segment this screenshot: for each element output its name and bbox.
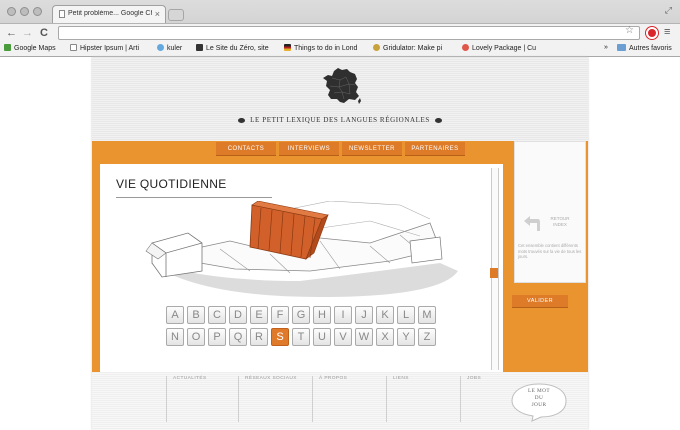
footer-jobs[interactable]: JOBS (460, 376, 506, 422)
address-bar[interactable] (58, 26, 640, 40)
heart-icon (462, 44, 469, 51)
footer-actualites[interactable]: ACTUALITÉS (166, 376, 238, 422)
bookmark-other-folder[interactable]: Autres favoris (617, 44, 679, 52)
letter-z[interactable]: Z (418, 328, 436, 346)
letter-q[interactable]: Q (229, 328, 247, 346)
bookmark-things-to-do[interactable]: Things to do in Lond (284, 44, 364, 52)
france-map-icon (323, 68, 361, 104)
word-of-the-day-button[interactable]: LE MOT DU JOUR (510, 388, 568, 409)
letter-r[interactable]: R (250, 328, 268, 346)
section-title: VIE QUOTIDIENNE (116, 177, 227, 191)
letter-w[interactable]: W (355, 328, 373, 346)
letter-x[interactable]: X (376, 328, 394, 346)
title-left-bullet-icon (238, 117, 246, 123)
bookmarks-overflow-chevron-icon[interactable]: » (604, 44, 608, 51)
side-description: Cet ensemble contient différents mots tr… (518, 243, 582, 259)
site-header: LE PETIT LEXIQUE DES LANGUES RÉGIONALES (92, 57, 588, 141)
browser-tab[interactable]: Petit problème... Google Ch × (52, 5, 166, 23)
site-footer: ACTUALITÉS RÉSEAUX SOCIAUX À PROPOS LIEN… (92, 372, 588, 430)
footer-liens[interactable]: LIENS (386, 376, 460, 422)
zero-icon (196, 44, 203, 51)
letter-o[interactable]: O (187, 328, 205, 346)
letter-v[interactable]: V (334, 328, 352, 346)
extension-icon[interactable] (646, 27, 658, 39)
tab-title: Petit problème... Google Ch (68, 10, 152, 17)
footer-a-propos[interactable]: À PROPOS (312, 376, 386, 422)
letter-h[interactable]: H (313, 306, 331, 324)
side-column: RETOUR INDEX Cet ensemble contient diffé… (512, 141, 588, 372)
title-underline (116, 197, 272, 198)
letter-m[interactable]: M (418, 306, 436, 324)
letter-g[interactable]: G (292, 306, 310, 324)
letter-u[interactable]: U (313, 328, 331, 346)
minimize-window-button[interactable] (20, 7, 29, 16)
letter-n[interactable]: N (166, 328, 184, 346)
browser-toolbar: ← → C ☆ ≡ (0, 23, 680, 43)
nav-contacts[interactable]: CONTACTS (216, 142, 276, 156)
zoom-window-button[interactable] (33, 7, 42, 16)
footer-reseaux-sociaux[interactable]: RÉSEAUX SOCIAUX (238, 376, 312, 422)
letter-j[interactable]: J (355, 306, 373, 324)
letter-p[interactable]: P (208, 328, 226, 346)
nav-newsletter[interactable]: NEWSLETTER (342, 142, 402, 156)
content-panel: VIE QUOTIDIENNE A B C D E F G H I J K L … (100, 164, 503, 372)
google-maps-icon (4, 44, 11, 51)
star-icon[interactable]: ☆ (625, 25, 634, 36)
nav-partenaires[interactable]: PARTENAIRES (405, 142, 465, 156)
bookmark-hipster-ipsum[interactable]: Hipster Ipsum | Arti (70, 44, 150, 52)
bookmark-lovely-package[interactable]: Lovely Package | Cu (462, 44, 540, 52)
nav-interviews[interactable]: INTERVIEWS (279, 142, 339, 156)
letter-b[interactable]: B (187, 306, 205, 324)
back-arrow-icon[interactable]: ← (6, 26, 17, 40)
bookmarks-bar: Google Maps Hipster Ipsum | Arti kuler L… (0, 42, 680, 56)
side-panel: RETOUR INDEX Cet ensemble contient diffé… (514, 141, 586, 283)
forward-arrow-icon[interactable]: → (22, 26, 33, 40)
kuler-icon (157, 44, 164, 51)
letter-y[interactable]: Y (397, 328, 415, 346)
fullscreen-icon[interactable]: ⤢ (665, 5, 672, 16)
bookmark-google-maps[interactable]: Google Maps (4, 44, 66, 52)
letter-f[interactable]: F (271, 306, 289, 324)
main-area: CONTACTS INTERVIEWS NEWSLETTER PARTENAIR… (92, 141, 512, 372)
back-to-index-link[interactable]: RETOUR INDEX (545, 216, 575, 228)
website: LE PETIT LEXIQUE DES LANGUES RÉGIONALES … (92, 57, 588, 430)
bookmark-gridulator[interactable]: Gridulator: Make pi (373, 44, 453, 52)
page-icon (59, 10, 65, 18)
letter-e[interactable]: E (250, 306, 268, 324)
browser-chrome: Petit problème... Google Ch × ⤢ ← → C ☆ … (0, 0, 680, 57)
reload-icon[interactable]: C (40, 26, 48, 40)
new-tab-button[interactable] (168, 9, 184, 21)
folder-icon (617, 44, 626, 51)
letter-i[interactable]: I (334, 306, 352, 324)
letter-c[interactable]: C (208, 306, 226, 324)
site-title: LE PETIT LEXIQUE DES LANGUES RÉGIONALES (92, 116, 588, 124)
close-window-button[interactable] (7, 7, 16, 16)
letter-d[interactable]: D (229, 306, 247, 324)
back-arrow-icon[interactable] (523, 216, 541, 232)
gridulator-icon (373, 44, 380, 51)
letter-k[interactable]: K (376, 306, 394, 324)
tab-close-icon[interactable]: × (155, 9, 160, 19)
bookmark-kuler[interactable]: kuler (157, 44, 193, 52)
menu-icon[interactable]: ≡ (664, 26, 670, 38)
letter-a[interactable]: A (166, 306, 184, 324)
bookmark-site-du-zero[interactable]: Le Site du Zéro, site (196, 44, 276, 52)
scrollbar-thumb[interactable] (490, 268, 498, 278)
letter-s-selected[interactable]: S (271, 328, 289, 346)
things-icon (284, 44, 291, 51)
validate-button[interactable]: VALIDER (512, 295, 568, 308)
everyday-illustration (145, 201, 458, 297)
letter-l[interactable]: L (397, 306, 415, 324)
title-right-bullet-icon (434, 117, 442, 123)
page-icon (70, 44, 77, 51)
letter-t[interactable]: T (292, 328, 310, 346)
